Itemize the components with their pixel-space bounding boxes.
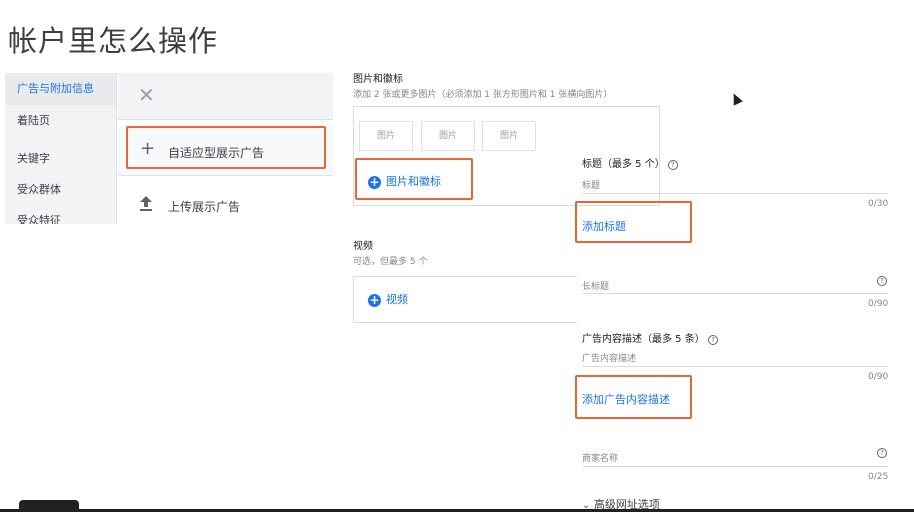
close-icon[interactable]: ✕	[138, 85, 155, 105]
left-nav: 广告与附加信息 着陆页 关键字 受众群体 受众特征	[5, 73, 117, 224]
video-section-subtitle: 可选，但最多 5 个	[353, 257, 428, 267]
description-input[interactable]: 广告内容描述	[582, 351, 636, 364]
nav-item-landing-pages[interactable]: 着陆页	[5, 105, 116, 137]
input-underline	[582, 293, 888, 294]
help-icon[interactable]: ?	[707, 335, 718, 345]
long-headline-counter: 0/90	[868, 299, 889, 309]
option-label: 上传展示广告	[168, 200, 241, 214]
nav-item-audiences[interactable]: 受众群体	[5, 174, 116, 206]
headline-input[interactable]: 标题	[582, 178, 600, 191]
upload-display-ad-option[interactable]: 上传展示广告	[118, 180, 333, 224]
headline-counter: 0/30	[868, 199, 889, 209]
help-icon[interactable]: ?	[667, 160, 678, 170]
images-section-title: 图片和徽标	[353, 74, 403, 85]
bottom-tab	[19, 500, 79, 512]
highlight-box	[575, 201, 692, 243]
nav-item-ads-extensions[interactable]: 广告与附加信息	[5, 73, 116, 105]
image-placeholder: 图片	[359, 121, 413, 151]
long-headline-input[interactable]: 长标题	[582, 279, 609, 292]
image-placeholder: 图片	[421, 121, 475, 151]
headlines-label: 标题（最多 5 个） ?	[582, 155, 678, 170]
highlight-box	[126, 126, 326, 169]
image-placeholder: 图片	[482, 121, 536, 151]
highlight-box	[355, 158, 473, 200]
help-icon[interactable]: ?	[877, 276, 887, 286]
page-title: 帐户里怎么操作	[8, 24, 219, 58]
mouse-cursor-icon	[729, 91, 743, 106]
nav-item-demographics[interactable]: 受众特征	[5, 205, 116, 224]
descriptions-label: 广告内容描述（最多 5 条） ?	[582, 330, 718, 345]
add-video-button[interactable]: + 视频	[368, 291, 408, 307]
input-underline	[582, 366, 888, 367]
description-counter: 0/90	[868, 372, 889, 382]
highlight-box	[575, 375, 692, 419]
add-circle-icon: +	[368, 292, 381, 307]
input-underline	[582, 193, 888, 194]
video-section-title: 视频	[353, 241, 373, 252]
upload-icon	[140, 196, 152, 212]
business-name-input[interactable]: 商家名称	[582, 451, 618, 464]
images-section-subtitle: 添加 2 张或更多图片（必须添加 1 张方形图片和 1 张横向图片）	[353, 90, 613, 100]
nav-item-keywords[interactable]: 关键字	[5, 143, 116, 175]
help-icon[interactable]: ?	[877, 448, 887, 458]
business-name-counter: 0/25	[868, 472, 889, 482]
add-video-label: 视频	[386, 293, 408, 306]
input-underline	[582, 466, 888, 467]
